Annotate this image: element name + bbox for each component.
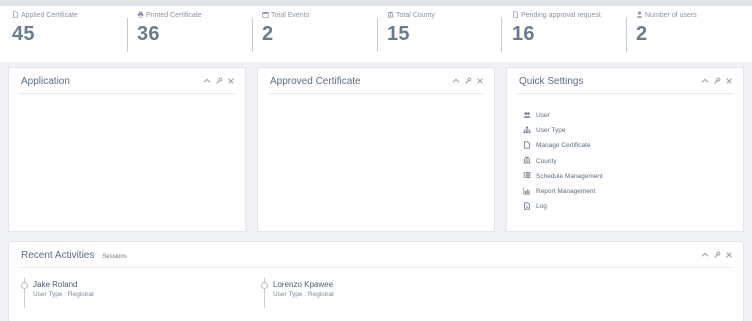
stat-label: Total County — [396, 12, 435, 19]
wrench-icon[interactable] — [713, 77, 721, 85]
recent-activities-panel: Recent Activities Sessions Jake Roland Us… — [8, 241, 744, 321]
panel-tools — [452, 77, 484, 85]
file-icon — [512, 11, 521, 20]
divider — [127, 18, 128, 52]
panel-tools — [203, 77, 235, 85]
quick-settings-list: User User Type Manage Certificate County… — [523, 108, 603, 214]
stat-total-events: Total Events 2 — [262, 11, 309, 55]
stat-label: Total Events — [271, 12, 310, 19]
stat-label: Applied Certificate — [21, 12, 78, 19]
panel-header: Approved Certificate — [258, 68, 494, 94]
close-icon[interactable] — [725, 77, 733, 85]
stat-value: 45 — [12, 23, 35, 45]
wrench-icon[interactable] — [215, 77, 223, 85]
quick-setting-user-type[interactable]: User Type — [523, 123, 603, 138]
panel-tools — [701, 77, 733, 85]
quick-setting-label: User — [536, 112, 550, 120]
printer-icon — [137, 11, 146, 20]
divider — [626, 18, 627, 52]
timeline-dot — [21, 282, 28, 289]
stat-value: 15 — [387, 23, 410, 45]
wrench-icon[interactable] — [464, 77, 472, 85]
quick-setting-county[interactable]: County — [523, 154, 603, 169]
users-icon — [523, 111, 536, 121]
panel-header: Recent Activities Sessions — [9, 242, 743, 268]
panel-tools — [701, 251, 733, 259]
activity-user-type: User Type : Registrar — [33, 291, 95, 298]
quick-setting-manage-certificate[interactable]: Manage Certificate — [523, 138, 603, 153]
stat-applied-certificate: Applied Certificate 45 — [12, 11, 78, 55]
quick-setting-label: Manage Certificate — [536, 142, 591, 150]
activity-item: Jake Roland User Type : Registrar — [21, 278, 221, 318]
divider — [501, 18, 502, 52]
quick-setting-schedule-management[interactable]: Schedule Management — [523, 169, 603, 184]
stat-value: 36 — [137, 23, 160, 45]
stat-label: Pending approval request — [521, 12, 601, 19]
quick-setting-label: Schedule Management — [536, 172, 603, 180]
panel-header: Quick Settings — [507, 68, 743, 94]
bar-chart-icon — [523, 187, 536, 197]
timeline-dot — [261, 282, 268, 289]
approved-certificate-panel: Approved Certificate — [257, 67, 495, 232]
close-icon[interactable] — [476, 77, 484, 85]
quick-setting-label: County — [536, 157, 557, 165]
panel-title: Application — [21, 76, 70, 87]
quick-setting-log[interactable]: Log — [523, 199, 603, 214]
stat-pending-approval: Pending approval request 16 — [512, 11, 601, 55]
close-icon[interactable] — [725, 251, 733, 259]
quick-setting-label: Log — [536, 203, 547, 211]
stat-value: 2 — [636, 23, 648, 45]
wrench-icon[interactable] — [713, 251, 721, 259]
sitemap-icon — [523, 126, 536, 136]
calendar-icon — [262, 11, 271, 20]
collapse-icon[interactable] — [701, 77, 709, 85]
stat-number-of-users: Number of users 2 — [636, 11, 697, 55]
quick-setting-report-management[interactable]: Report Management — [523, 184, 603, 199]
collapse-icon[interactable] — [701, 251, 709, 259]
recent-activities-title: Recent Activities — [21, 250, 95, 261]
list-icon — [523, 171, 536, 181]
divider — [19, 267, 733, 268]
panel-title: Approved Certificate — [270, 76, 361, 87]
stat-label: Number of users — [645, 12, 697, 19]
stat-total-county: Total County 15 — [387, 11, 435, 55]
divider — [252, 18, 253, 52]
stat-label: Printed Certificate — [146, 12, 202, 19]
bank-icon — [387, 11, 396, 20]
quick-settings-panel: Quick Settings User User Type Manage Cer… — [506, 67, 744, 232]
divider — [377, 18, 378, 52]
quick-setting-label: Report Management — [536, 188, 596, 196]
divider — [19, 93, 235, 94]
bank-icon — [523, 156, 536, 166]
panel-header: Application — [9, 68, 245, 94]
close-icon[interactable] — [227, 77, 235, 85]
stats-bar: Applied Certificate 45 Printed Certifica… — [0, 6, 752, 62]
file-icon — [12, 11, 21, 20]
application-panel: Application — [8, 67, 246, 232]
quick-setting-user[interactable]: User — [523, 108, 603, 123]
sessions-tab[interactable]: Sessions — [102, 254, 126, 260]
panel-title: Recent Activities Sessions — [21, 250, 127, 261]
divider — [268, 93, 484, 94]
divider — [517, 93, 733, 94]
user-icon — [636, 11, 645, 20]
stat-printed-certificate: Printed Certificate 36 — [137, 11, 202, 55]
activity-item: Lorenzo Kpawee User Type : Registrar — [261, 278, 461, 318]
file-text-icon — [523, 202, 536, 212]
panel-title: Quick Settings — [519, 76, 584, 87]
file-icon — [523, 141, 536, 151]
activity-name: Jake Roland — [33, 280, 78, 289]
collapse-icon[interactable] — [452, 77, 460, 85]
stat-value: 2 — [262, 23, 274, 45]
activity-user-type: User Type : Registrar — [273, 291, 335, 298]
activity-name: Lorenzo Kpawee — [273, 280, 334, 289]
quick-setting-label: User Type — [536, 127, 566, 135]
stat-value: 16 — [512, 23, 535, 45]
collapse-icon[interactable] — [203, 77, 211, 85]
